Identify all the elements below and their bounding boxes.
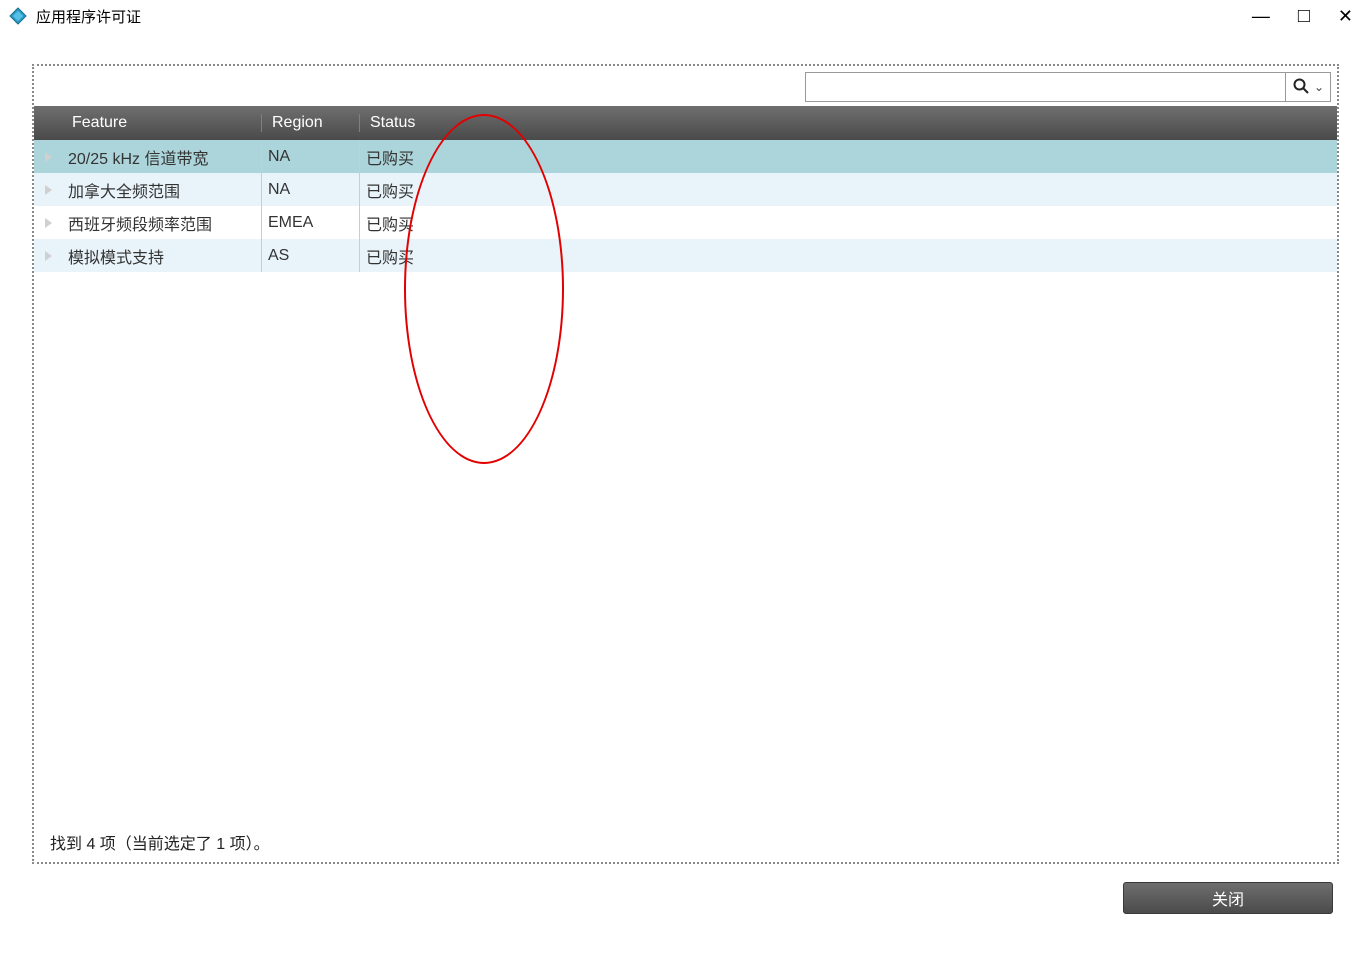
close-button[interactable]: 关闭 — [1123, 882, 1333, 914]
cell-region: NA — [262, 140, 360, 173]
cell-region: EMEA — [262, 206, 360, 239]
search-box — [805, 72, 1285, 102]
table-row[interactable]: 20/25 kHz 信道带宽NA已购买 — [34, 140, 1337, 173]
cell-feature: 西班牙频段频率范围 — [62, 206, 262, 239]
table-filler — [34, 272, 1337, 824]
table-body: 20/25 kHz 信道带宽NA已购买加拿大全频范围NA已购买西班牙频段频率范围… — [34, 140, 1337, 272]
cell-status: 已购买 — [360, 239, 1337, 272]
table-row[interactable]: 模拟模式支持AS已购买 — [34, 239, 1337, 272]
search-row: ⌄ — [34, 66, 1337, 106]
cell-feature: 加拿大全频范围 — [62, 173, 262, 206]
cell-status: 已购买 — [360, 206, 1337, 239]
app-icon — [8, 6, 28, 26]
search-icon — [1292, 77, 1310, 98]
minimize-button[interactable]: — — [1252, 6, 1270, 27]
expander-icon[interactable] — [34, 218, 62, 228]
chevron-down-icon: ⌄ — [1314, 80, 1324, 94]
close-window-button[interactable]: ✕ — [1338, 6, 1353, 27]
status-bar: 找到 4 项（当前选定了 1 项）。 — [34, 824, 1337, 862]
header-region[interactable]: Region — [262, 114, 360, 132]
window-controls: — □ ✕ — [1252, 5, 1371, 28]
header-status[interactable]: Status — [360, 114, 1337, 132]
expander-icon[interactable] — [34, 185, 62, 195]
table-row[interactable]: 加拿大全频范围NA已购买 — [34, 173, 1337, 206]
cell-status: 已购买 — [360, 173, 1337, 206]
search-button-group[interactable]: ⌄ — [1285, 72, 1331, 102]
cell-region: AS — [262, 239, 360, 272]
cell-feature: 20/25 kHz 信道带宽 — [62, 140, 262, 173]
expander-icon[interactable] — [34, 152, 62, 162]
cell-feature: 模拟模式支持 — [62, 239, 262, 272]
cell-region: NA — [262, 173, 360, 206]
main-panel: ⌄ Feature Region Status 20/25 kHz 信道带宽NA… — [32, 64, 1339, 864]
cell-status: 已购买 — [360, 140, 1337, 173]
title-bar: 应用程序许可证 — □ ✕ — [0, 0, 1371, 32]
table-header: Feature Region Status — [34, 106, 1337, 140]
footer-row: 关闭 — [0, 864, 1371, 914]
search-input[interactable] — [806, 73, 1285, 101]
table-row[interactable]: 西班牙频段频率范围EMEA已购买 — [34, 206, 1337, 239]
window-title: 应用程序许可证 — [36, 6, 1252, 27]
header-feature[interactable]: Feature — [62, 114, 262, 132]
maximize-button[interactable]: □ — [1298, 5, 1310, 28]
expander-icon[interactable] — [34, 251, 62, 261]
